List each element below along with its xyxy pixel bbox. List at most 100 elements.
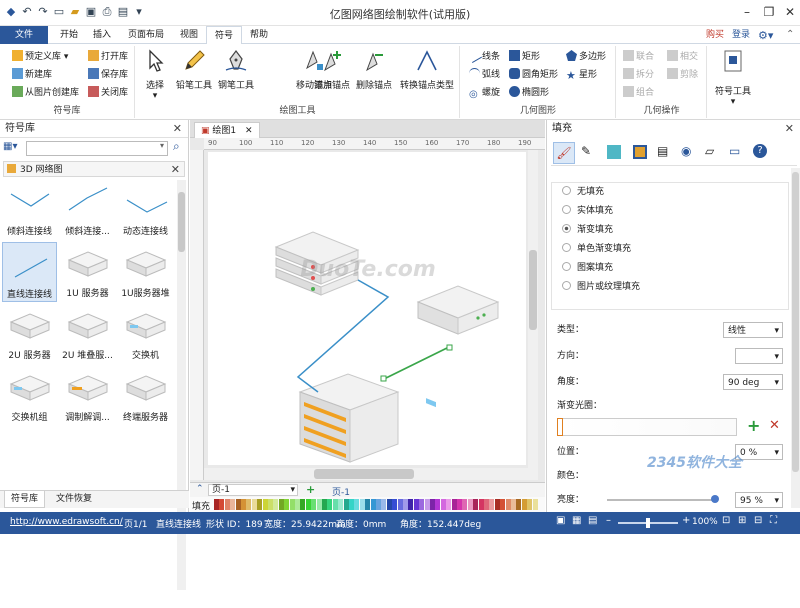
- color-swatch[interactable]: [311, 499, 317, 510]
- union-button[interactable]: 联合: [623, 50, 654, 64]
- color-swatch[interactable]: [446, 499, 452, 510]
- color-swatch[interactable]: [478, 499, 484, 510]
- zoom-in-icon[interactable]: +: [682, 515, 690, 526]
- close-doc-icon[interactable]: ✕: [245, 126, 253, 136]
- color-swatch[interactable]: [316, 499, 322, 510]
- direction-select[interactable]: ▾: [735, 348, 783, 364]
- shape-item-straight-connector[interactable]: 直线连接线: [2, 242, 57, 302]
- web-view-icon[interactable]: ▦: [572, 515, 581, 526]
- tab-file-recovery[interactable]: 文件恢复: [50, 491, 98, 508]
- fill-option-5[interactable]: 图片或纹理填充: [552, 278, 788, 297]
- color-swatch[interactable]: [430, 499, 435, 510]
- attachment-icon[interactable]: ▱: [705, 144, 714, 158]
- redo-icon[interactable]: ↷: [36, 5, 50, 19]
- color-swatch[interactable]: [494, 499, 500, 510]
- spiral-shape-button[interactable]: ◎ 螺旋: [469, 86, 500, 100]
- select-tool-button[interactable]: 选择 ▾: [140, 48, 170, 101]
- color-swatch[interactable]: [295, 499, 300, 510]
- color-swatch[interactable]: [489, 499, 495, 510]
- tab-page-layout[interactable]: 页面布局: [120, 26, 172, 44]
- open-icon[interactable]: ▰: [68, 5, 82, 19]
- fit-width-icon[interactable]: ⊟: [754, 515, 762, 526]
- color-swatch[interactable]: [403, 499, 408, 510]
- page-collapse-icon[interactable]: ⌃: [196, 484, 204, 494]
- comment-icon[interactable]: ▭: [729, 144, 740, 158]
- minimize-button[interactable]: –: [737, 3, 757, 21]
- page-selector[interactable]: 页-1 ▾: [208, 484, 298, 496]
- color-swatch[interactable]: [397, 499, 403, 510]
- color-swatch[interactable]: [214, 499, 219, 510]
- color-swatch[interactable]: [327, 499, 333, 510]
- website-link[interactable]: http://www.edrawsoft.cn/: [10, 517, 123, 527]
- close-library-button[interactable]: 关闭库: [88, 86, 128, 100]
- color-swatch[interactable]: [349, 499, 354, 510]
- color-swatch[interactable]: [462, 499, 468, 510]
- green-straight-connector[interactable]: [383, 346, 450, 380]
- color-swatch[interactable]: [289, 499, 295, 510]
- create-from-image-button[interactable]: 从图片创建库: [12, 86, 79, 100]
- settings-gear-icon[interactable]: ⚙▾: [758, 29, 773, 42]
- ellipse-shape-button[interactable]: 椭圆形: [509, 86, 549, 100]
- color-swatch[interactable]: [343, 499, 349, 510]
- 1u-server-shape[interactable]: [416, 285, 500, 408]
- fill-option-0[interactable]: 无填充: [552, 183, 788, 202]
- canvas-vscroll[interactable]: [528, 150, 538, 480]
- add-stop-icon[interactable]: +: [747, 416, 760, 435]
- library-grid-icon[interactable]: ▦▾: [3, 141, 23, 157]
- color-swatch[interactable]: [386, 499, 392, 510]
- color-swatch[interactable]: [532, 499, 538, 510]
- color-swatch[interactable]: [354, 499, 360, 510]
- full-view-icon[interactable]: ▤: [588, 515, 597, 526]
- color-swatch[interactable]: [278, 499, 284, 510]
- color-swatch[interactable]: [284, 499, 290, 510]
- subtract-button[interactable]: 剪除: [667, 68, 698, 82]
- close-icon[interactable]: ✕: [173, 120, 182, 138]
- library-search-input[interactable]: [26, 141, 168, 156]
- add-page-icon[interactable]: +: [306, 483, 315, 496]
- fill-option-4[interactable]: 图案填充: [552, 259, 788, 278]
- color-swatch[interactable]: [219, 499, 225, 510]
- tab-insert[interactable]: 插入: [85, 26, 119, 44]
- shape-item-dynamic-connector[interactable]: 动态连接线: [118, 180, 173, 240]
- color-swatch[interactable]: [516, 499, 522, 510]
- fill-option-1[interactable]: 实体填充: [552, 202, 788, 221]
- hscroll-thumb[interactable]: [314, 469, 414, 479]
- fill-scrollbar-thumb[interactable]: [792, 172, 799, 472]
- fill-bucket-icon[interactable]: 🖌: [553, 142, 575, 164]
- fullscreen-icon[interactable]: ⛶: [770, 515, 777, 526]
- collapse-ribbon-icon[interactable]: ⌃: [786, 29, 794, 40]
- chevron-down-icon[interactable]: ▾: [160, 141, 164, 150]
- shape-item-tilted-connector[interactable]: 倾斜连接线: [2, 180, 57, 240]
- color-swatch[interactable]: [273, 499, 279, 510]
- rounded-rect-shape-button[interactable]: 圆角矩形: [509, 68, 558, 82]
- color-swatch[interactable]: [392, 499, 398, 510]
- color-swatch[interactable]: [305, 499, 311, 510]
- intersect-button[interactable]: 相交: [667, 50, 698, 64]
- gradient-stop-bar[interactable]: [557, 418, 737, 436]
- brightness-slider[interactable]: [607, 495, 719, 503]
- color-swatch[interactable]: [408, 499, 414, 510]
- shape-item-1u-server[interactable]: 1U 服务器: [60, 242, 115, 302]
- tab-home[interactable]: 开始: [52, 26, 86, 44]
- gradient-stop-handle[interactable]: [557, 418, 563, 436]
- zoom-slider-thumb[interactable]: [646, 518, 650, 528]
- zoom-reset-icon[interactable]: ⊡: [722, 515, 730, 526]
- shape-item-switch[interactable]: 交换机: [118, 304, 173, 364]
- save-library-button[interactable]: 保存库: [88, 68, 128, 82]
- drawing-page[interactable]: DuoTe.com: [208, 152, 526, 465]
- color-swatch[interactable]: [435, 499, 441, 510]
- line-shape-button[interactable]: 线条: [466, 47, 500, 64]
- color-swatch[interactable]: [451, 499, 457, 510]
- angle-input[interactable]: 90 deg ▾: [723, 374, 783, 390]
- fill-option-2[interactable]: 渐变填充: [552, 221, 788, 240]
- connector-end-handle[interactable]: [446, 344, 453, 351]
- tab-symbol[interactable]: 符号: [206, 26, 243, 45]
- search-icon[interactable]: ⌕: [173, 139, 180, 154]
- document-tab[interactable]: ▣ 绘图1 ✕: [194, 122, 260, 138]
- color-swatch[interactable]: [257, 499, 263, 510]
- color-swatch[interactable]: [365, 499, 371, 510]
- text-format-icon[interactable]: ▤: [657, 144, 668, 158]
- color-swatch[interactable]: [424, 499, 430, 510]
- tab-help[interactable]: 帮助: [242, 26, 276, 44]
- star-shape-button[interactable]: ★ 星形: [566, 68, 597, 82]
